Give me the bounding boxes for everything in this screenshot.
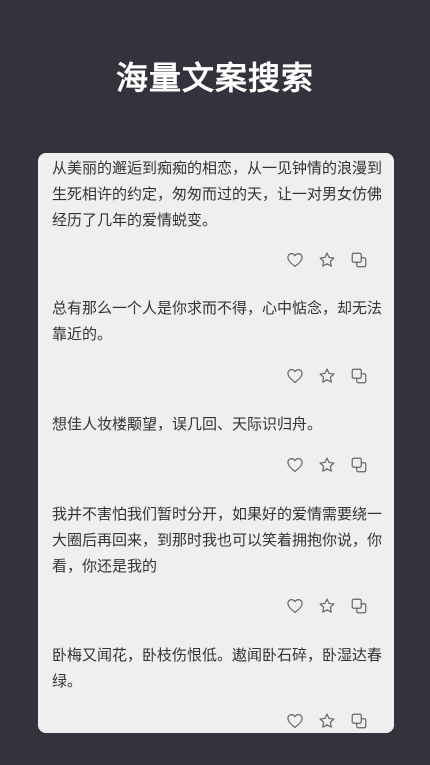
- star-icon: [319, 457, 335, 472]
- like-button[interactable]: [284, 249, 306, 271]
- quote-text: 总有那么一个人是你求而不得，心中惦念，却无法靠近的。: [52, 299, 383, 343]
- quote-text: 卧梅又闻花，卧枝伤恨低。遨闻卧石碎，卧湿达春绿。: [52, 646, 383, 690]
- copy-button[interactable]: [348, 249, 370, 271]
- favorite-button[interactable]: [316, 454, 338, 476]
- favorite-button[interactable]: [316, 365, 338, 387]
- heart-icon: [287, 458, 303, 472]
- page-title: 海量文案搜索: [115, 59, 314, 97]
- copy-button[interactable]: [348, 454, 370, 476]
- quote-actions: [260, 365, 370, 387]
- favorite-button[interactable]: [316, 249, 338, 271]
- copy-icon: [351, 368, 367, 384]
- heart-icon: [287, 369, 303, 383]
- heart-icon: [287, 714, 303, 728]
- copy-icon: [351, 457, 367, 473]
- favorite-button[interactable]: [316, 595, 338, 617]
- copy-icon: [351, 713, 367, 729]
- copy-icon: [351, 598, 367, 614]
- like-button[interactable]: [284, 710, 306, 732]
- quote-text: 从美丽的邂逅到痴痴的相恋，从一见钟情的浪漫到生死相许的约定，匆匆而过的天，让一对…: [52, 159, 383, 229]
- quote-text: 想佳人妆楼颙望，误几回、天际识归舟。: [52, 415, 323, 433]
- copy-button[interactable]: [348, 365, 370, 387]
- quote-item: 从美丽的邂逅到痴痴的相恋，从一见钟情的浪漫到生死相许的约定，匆匆而过的天，让一对…: [52, 155, 382, 233]
- quote-item: 我并不害怕我们暂时分开，如果好的爱情需要绕一大圈后再回来，到那时我也可以笑着拥抱…: [52, 501, 382, 579]
- quote-text: 我并不害怕我们暂时分开，如果好的爱情需要绕一大圈后再回来，到那时我也可以笑着拥抱…: [52, 505, 383, 575]
- star-icon: [319, 252, 335, 267]
- quote-list: 从美丽的邂逅到痴痴的相恋，从一见钟情的浪漫到生死相许的约定，匆匆而过的天，让一对…: [38, 153, 394, 733]
- star-icon: [319, 598, 335, 613]
- heart-icon: [287, 253, 303, 267]
- favorite-button[interactable]: [316, 710, 338, 732]
- quote-item: 卧梅又闻花，卧枝伤恨低。遨闻卧石碎，卧湿达春绿。: [52, 642, 382, 694]
- copy-icon: [351, 252, 367, 268]
- heart-icon: [287, 599, 303, 613]
- copy-button[interactable]: [348, 710, 370, 732]
- star-icon: [319, 713, 335, 728]
- quote-actions: [260, 249, 370, 271]
- quote-actions: [260, 454, 370, 476]
- quote-item: 想佳人妆楼颙望，误几回、天际识归舟。: [52, 411, 382, 437]
- like-button[interactable]: [284, 595, 306, 617]
- like-button[interactable]: [284, 365, 306, 387]
- copy-button[interactable]: [348, 595, 370, 617]
- star-icon: [319, 368, 335, 383]
- quote-item: 总有那么一个人是你求而不得，心中惦念，却无法靠近的。: [52, 295, 382, 347]
- quote-actions: [260, 595, 370, 617]
- quote-actions: [260, 710, 370, 732]
- like-button[interactable]: [284, 454, 306, 476]
